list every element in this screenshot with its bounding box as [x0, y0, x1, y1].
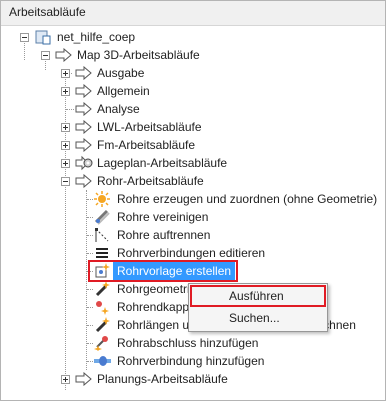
expand-toggle[interactable] — [61, 141, 70, 150]
tree-item-label: Rohre vereinigen — [117, 210, 209, 224]
tree-item-rohr[interactable]: Rohr-Arbeitsabläufe — [1, 172, 385, 190]
tree-item-label: Fm-Arbeitsabläufe — [97, 138, 196, 152]
collapse-toggle[interactable] — [61, 177, 70, 186]
expand-toggle[interactable] — [61, 123, 70, 132]
tree-item-label: net_hilfe_coep — [57, 30, 136, 44]
tree-item-label: LWL-Arbeitsabläufe — [97, 120, 202, 134]
workflow-tree[interactable]: net_hilfe_coep Map 3D-Arbeitsabläufe Aus… — [1, 25, 385, 400]
menu-item-label: Suchen... — [229, 311, 280, 325]
tree-item-label: Ausgabe — [97, 66, 145, 80]
tree-item-label: Map 3D-Arbeitsabläufe — [77, 48, 200, 62]
tree-item-rohrverbindung[interactable]: Rohrverbindung hinzufügen — [1, 352, 385, 370]
tree-item-label: Rohrgeometrie — [117, 282, 197, 296]
tree-item-label: Rohrabschluss hinzufügen — [117, 336, 259, 350]
tree-item-label: Rohre erzeugen und zuordnen (ohne Geomet… — [117, 192, 378, 206]
panel-title: Arbeitsabläufe — [9, 5, 86, 19]
annotation-highlight-menu — [190, 285, 326, 307]
workflow-arrow-icon — [75, 65, 93, 83]
expand-toggle[interactable] — [61, 87, 70, 96]
tree-item-map[interactable]: Map 3D-Arbeitsabläufe — [1, 46, 385, 64]
tree-item-label: Rohre auftrennen — [117, 228, 211, 242]
tree-item-label: Rohrendkappe — [117, 300, 196, 314]
tree-item-rohrabschluss[interactable]: Rohrabschluss hinzufügen — [1, 334, 385, 352]
workflow-arrow-icon — [75, 83, 93, 101]
tree-item-label: Analyse — [97, 102, 140, 116]
tree-item-label: Rohr-Arbeitsabläufe — [97, 174, 204, 188]
tree-item-lwl[interactable]: LWL-Arbeitsabläufe — [1, 118, 385, 136]
tree-item-label: Rohrverbindungen editieren — [117, 246, 266, 260]
tree-item-label: Lageplan-Arbeitsabläufe — [97, 156, 228, 170]
workflow-arrow-icon — [75, 137, 93, 155]
workflow-arrow-icon — [55, 47, 73, 65]
annotation-highlight-item — [88, 260, 238, 282]
workflow-arrow-icon — [75, 101, 93, 119]
expand-toggle[interactable] — [61, 159, 70, 168]
tree-item-fm[interactable]: Fm-Arbeitsabläufe — [1, 136, 385, 154]
menu-item-suchen[interactable]: Suchen... — [189, 308, 325, 328]
tree-item-rohre-erzeugen[interactable]: Rohre erzeugen und zuordnen (ohne Geomet… — [1, 190, 385, 208]
panel-header: Arbeitsabläufe — [1, 1, 385, 26]
expand-toggle[interactable] — [61, 375, 70, 384]
tree-item-planungs[interactable]: Planungs-Arbeitsabläufe — [1, 370, 385, 388]
workflow-arrow-icon — [75, 371, 93, 389]
tree-item-allgemein[interactable]: Allgemein — [1, 82, 385, 100]
tree-item-rohre-auftrennen[interactable]: Rohre auftrennen — [1, 226, 385, 244]
collapse-toggle[interactable] — [20, 33, 29, 42]
workflows-panel: Arbeitsabläufe net_hilfe_coep Map 3D-Arb… — [0, 0, 386, 401]
collapse-toggle[interactable] — [41, 51, 50, 60]
tree-item-analyse[interactable]: Analyse — [1, 100, 385, 118]
workflow-arrow-icon — [75, 173, 93, 191]
tree-item-ausgabe[interactable]: Ausgabe — [1, 64, 385, 82]
workflow-arrow-icon — [75, 119, 93, 137]
tree-item-label: Planungs-Arbeitsabläufe — [97, 372, 228, 386]
tree-item-label: Rohrverbindung hinzufügen — [117, 354, 265, 368]
expand-toggle[interactable] — [61, 69, 70, 78]
tree-item-label: Allgemein — [97, 84, 150, 98]
tree-item-root[interactable]: net_hilfe_coep — [1, 28, 385, 46]
tree-item-rohre-vereinigen[interactable]: Rohre vereinigen — [1, 208, 385, 226]
tree-item-lageplan[interactable]: Lageplan-Arbeitsabläufe — [1, 154, 385, 172]
